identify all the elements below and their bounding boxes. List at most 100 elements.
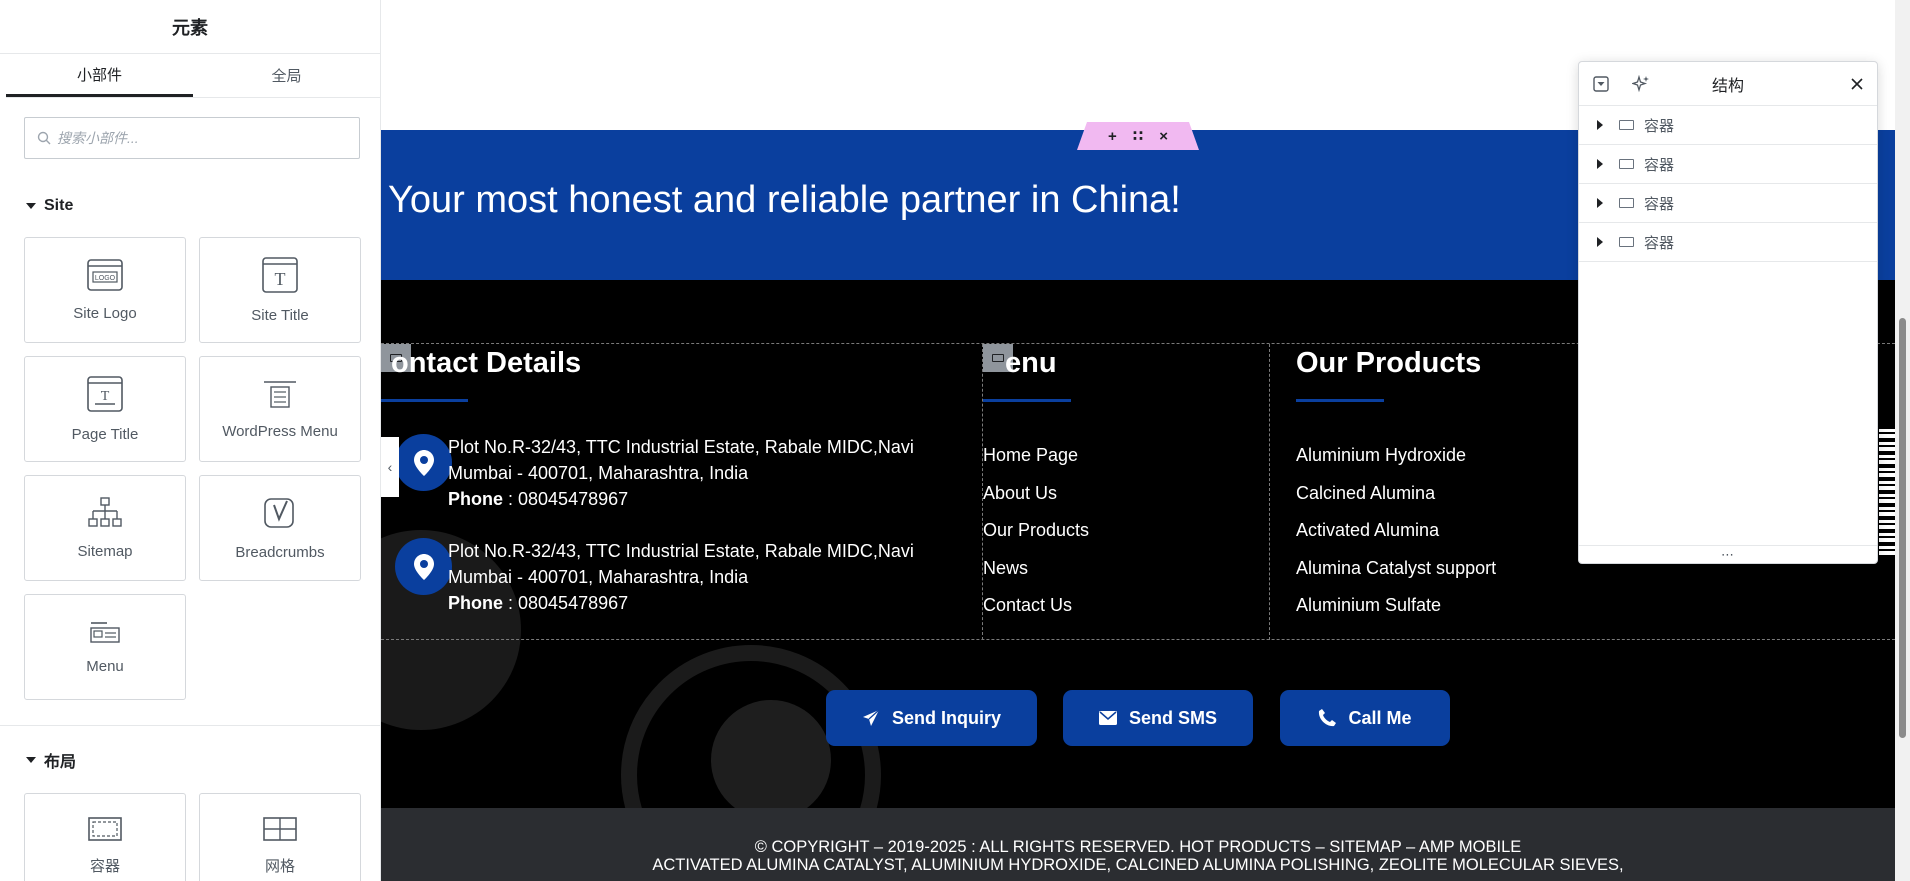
widget-label: Sitemap: [77, 542, 133, 560]
copyright-bar: © COPYRIGHT – 2019-2025 : ALL RIGHTS RES…: [381, 808, 1895, 881]
close-icon[interactable]: ×: [1159, 128, 1168, 145]
structure-item-label: 容器: [1644, 156, 1675, 174]
address-text: Plot No.R-32/43, TTC Industrial Estate, …: [448, 434, 948, 512]
product-link[interactable]: Activated Alumina: [1296, 519, 1496, 557]
caret-down-icon: [26, 757, 36, 763]
breadcrumbs-icon: [264, 497, 294, 528]
menu-links: Home Page About Us Our Products News Con…: [983, 444, 1089, 632]
footer-link-news[interactable]: News: [983, 557, 1089, 595]
cta-label: Send SMS: [1128, 707, 1217, 728]
expand-arrow-icon[interactable]: [1597, 159, 1603, 169]
add-section-icon[interactable]: +: [1108, 128, 1117, 145]
widget-label: WordPress Menu: [222, 422, 338, 440]
menu-column[interactable]: enu Home Page About Us Our Products News…: [982, 344, 1270, 640]
dropdown-toggle-icon[interactable]: [1591, 74, 1611, 94]
widget-label: Page Title: [71, 425, 139, 443]
structure-panel: 结构 容器 容器 容器 容器 ⋯: [1578, 61, 1878, 564]
footer-link-contact[interactable]: Contact Us: [983, 594, 1089, 632]
phone-label: Phone: [448, 489, 504, 509]
caret-down-icon: [26, 203, 36, 209]
site-section-toggle[interactable]: Site: [26, 197, 380, 215]
expand-arrow-icon[interactable]: [1597, 237, 1603, 247]
tab-widgets[interactable]: 小部件: [6, 54, 193, 97]
widget-sitemap[interactable]: Sitemap: [24, 475, 186, 581]
structure-item[interactable]: 容器: [1579, 223, 1877, 262]
site-title-icon: T: [262, 256, 298, 293]
widget-wordpress-menu[interactable]: WordPress Menu: [199, 356, 361, 462]
widget-site-title[interactable]: T Site Title: [199, 237, 361, 343]
layout-widgets-grid: 容器 网格: [24, 793, 380, 881]
collapse-panel-button[interactable]: ‹: [381, 437, 399, 497]
widget-label: Menu: [86, 657, 124, 675]
address-text: Plot No.R-32/43, TTC Industrial Estate, …: [448, 538, 948, 616]
structure-item[interactable]: 容器: [1579, 106, 1877, 145]
footer-link-about[interactable]: About Us: [983, 482, 1089, 520]
address-line: Plot No.R-32/43, TTC Industrial Estate, …: [448, 541, 914, 587]
heading-underline: [983, 399, 1071, 402]
container-icon: [992, 354, 1004, 362]
location-pin-icon: [395, 434, 452, 491]
widget-label: 网格: [264, 857, 295, 875]
widget-menu[interactable]: Menu: [24, 594, 186, 700]
structure-header: 结构: [1579, 62, 1877, 106]
close-icon[interactable]: [1847, 74, 1867, 94]
wordpress-menu-icon: [264, 380, 296, 408]
structure-item[interactable]: 容器: [1579, 145, 1877, 184]
expand-arrow-icon[interactable]: [1597, 120, 1603, 130]
widget-search: [24, 117, 360, 159]
section-toolbar: + ∷ ×: [1077, 122, 1199, 150]
widget-grid[interactable]: 网格: [199, 793, 361, 881]
search-icon: [37, 131, 51, 145]
resize-handle[interactable]: ⋯: [1579, 545, 1877, 563]
product-link[interactable]: Aluminium Hydroxide: [1296, 444, 1496, 482]
structure-item[interactable]: 容器: [1579, 184, 1877, 223]
widget-label: 容器: [89, 857, 120, 875]
contact-heading: ontact Details: [391, 347, 582, 379]
chevron-left-icon: ‹: [387, 459, 393, 475]
send-inquiry-button[interactable]: Send Inquiry: [826, 690, 1037, 746]
widget-page-title[interactable]: T Page Title: [24, 356, 186, 462]
sparkle-icon[interactable]: [1631, 74, 1651, 94]
contact-column[interactable]: ontact Details Plot No.R-32/43, TTC Indu…: [381, 344, 982, 640]
send-sms-button[interactable]: Send SMS: [1063, 690, 1253, 746]
product-link[interactable]: Alumina Catalyst support: [1296, 557, 1496, 595]
container-icon: [1619, 237, 1634, 247]
page-title-icon: T: [87, 375, 123, 412]
grid-icon: [263, 816, 297, 841]
panel-title: 元素: [0, 0, 380, 54]
footer-link-home[interactable]: Home Page: [983, 444, 1089, 482]
widget-label: Site Title: [251, 306, 309, 324]
phone-icon: [1319, 709, 1337, 727]
svg-text:LOGO: LOGO: [95, 275, 116, 282]
location-pin-icon: [395, 538, 452, 595]
layout-section-toggle[interactable]: 布局: [26, 748, 380, 772]
panel-tabs: 小部件 全局: [6, 54, 380, 98]
product-links: Aluminium Hydroxide Calcined Alumina Act…: [1296, 444, 1496, 632]
menu-heading: enu: [1005, 347, 1057, 379]
call-me-button[interactable]: Call Me: [1280, 690, 1450, 746]
product-link[interactable]: Aluminium Sulfate: [1296, 594, 1496, 632]
container-icon: [1619, 198, 1634, 208]
footer-link-products[interactable]: Our Products: [983, 519, 1089, 557]
widget-breadcrumbs[interactable]: Breadcrumbs: [199, 475, 361, 581]
scrollbar-thumb[interactable]: [1899, 318, 1906, 738]
page-scrollbar[interactable]: [1895, 0, 1910, 881]
hot-products-line: ACTIVATED ALUMINA CATALYST, ALUMINIUM HY…: [652, 856, 1624, 874]
expand-arrow-icon[interactable]: [1597, 198, 1603, 208]
qr-code-fragment: [1879, 425, 1895, 555]
widget-site-logo[interactable]: LOGO Site Logo: [24, 237, 186, 343]
svg-text:T: T: [101, 389, 110, 404]
site-section-title: Site: [44, 197, 74, 214]
products-heading: Our Products: [1296, 347, 1482, 379]
search-input[interactable]: [57, 130, 357, 146]
product-link[interactable]: Calcined Alumina: [1296, 482, 1496, 520]
tab-global[interactable]: 全局: [193, 54, 380, 97]
drag-handle-icon[interactable]: ∷: [1133, 127, 1143, 145]
copyright-line: © COPYRIGHT – 2019-2025 : ALL RIGHTS RES…: [754, 838, 1522, 856]
container-icon: [1619, 159, 1634, 169]
section-divider: [0, 725, 380, 726]
widget-container[interactable]: 容器: [24, 793, 186, 881]
structure-item-label: 容器: [1644, 117, 1675, 135]
cta-buttons: Send Inquiry Send SMS Call Me: [381, 690, 1895, 746]
widget-label: Breadcrumbs: [235, 543, 325, 561]
